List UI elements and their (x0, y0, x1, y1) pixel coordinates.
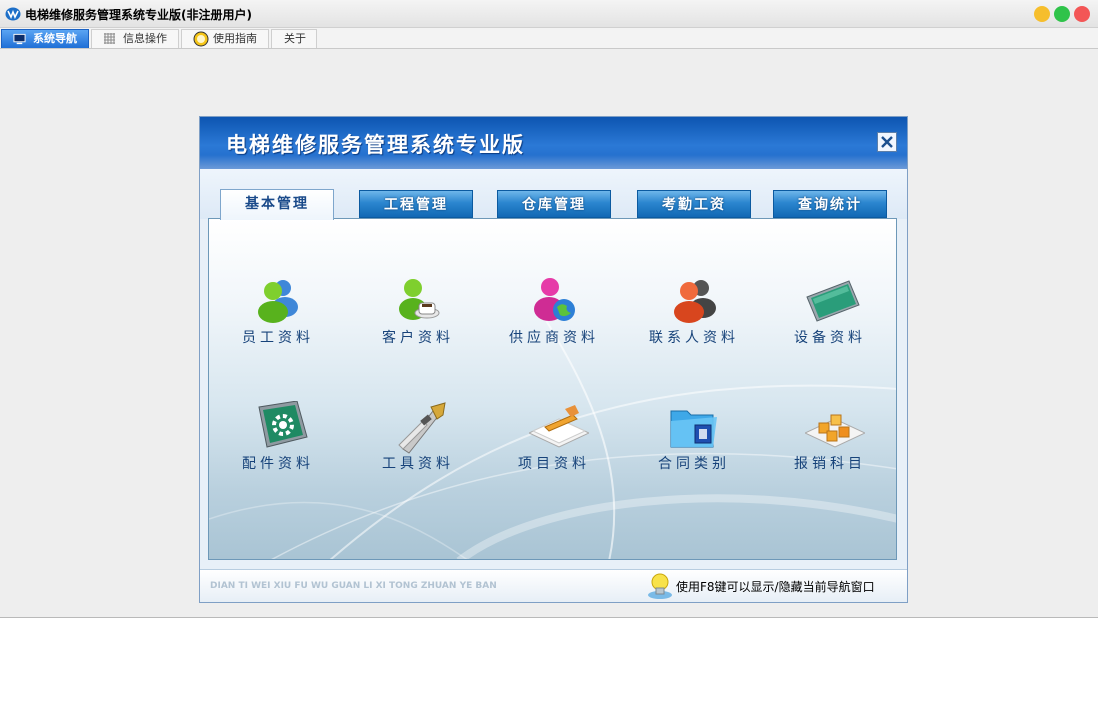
tab-about[interactable]: 关于 (271, 29, 317, 48)
module-parts[interactable]: 配件资料 (218, 401, 338, 481)
module-supplier[interactable]: 供应商资料 (494, 275, 614, 355)
grid-icon (104, 33, 115, 44)
minimize-button[interactable] (1034, 6, 1050, 22)
contract-folder-icon (670, 410, 717, 448)
module-label: 配件资料 (242, 456, 314, 472)
module-label: 供应商资料 (509, 330, 599, 346)
tab-basic-management[interactable]: 基本管理 (220, 189, 334, 220)
menu-tab-bar: 系统导航 信息操作 使用指南 关于 (0, 28, 1098, 49)
module-label: 客户资料 (382, 330, 454, 346)
footer-pinyin-text: DIAN TI WEI XIU FU WU GUAN LI XI TONG ZH… (210, 581, 497, 591)
module-project[interactable]: 项目资料 (494, 401, 614, 481)
tab-query-statistics[interactable]: 查询统计 (773, 190, 887, 218)
module-employee[interactable]: 员工资料 (218, 275, 338, 355)
tab-attendance-payroll[interactable]: 考勤工资 (637, 190, 751, 218)
dialog-footer: DIAN TI WEI XIU FU WU GUAN LI XI TONG ZH… (200, 569, 907, 602)
supplier-icon (534, 278, 575, 321)
module-tools[interactable]: 工具资料 (358, 401, 478, 481)
f8-hint-text: 使用F8键可以显示/隐藏当前导航窗口 (676, 580, 875, 594)
tab-system-navigation[interactable]: 系统导航 (1, 29, 89, 48)
tools-icon (398, 402, 446, 454)
module-equipment[interactable]: 设备资料 (770, 275, 890, 355)
dialog-close-button[interactable] (877, 132, 897, 152)
customer-icon (399, 279, 440, 320)
tab-user-guide[interactable]: 使用指南 (181, 29, 269, 48)
module-label: 设备资料 (794, 330, 866, 346)
app-logo-icon (5, 7, 21, 21)
module-panel: 员工资料 客户资料 供应商资料 联系人资料 设备资料 配件资料 工具资料 项目资… (208, 218, 897, 560)
module-label: 项目资料 (518, 456, 590, 472)
module-label: 联系人资料 (649, 330, 739, 346)
module-label: 合同类别 (658, 456, 730, 472)
expense-icon (805, 414, 865, 448)
contact-icon (674, 280, 716, 323)
module-label: 报销科目 (794, 456, 866, 472)
window-title: 电梯维修服务管理系统专业版(非注册用户) (25, 8, 252, 22)
title-bar: 电梯维修服务管理系统专业版(非注册用户) (0, 0, 1098, 28)
maximize-button[interactable] (1054, 6, 1070, 22)
tab-project-management[interactable]: 工程管理 (359, 190, 473, 218)
tab-label: 使用指南 (213, 32, 257, 45)
module-tab-strip: 基本管理 工程管理 仓库管理 考勤工资 查询统计 (200, 169, 907, 220)
employee-icon (258, 280, 298, 323)
navigation-dialog: 电梯维修服务管理系统专业版 基本管理 工程管理 仓库管理 考勤工资 查询统计 员… (200, 117, 907, 602)
background-swirl (209, 308, 896, 559)
tab-label: 信息操作 (123, 32, 167, 45)
equipment-icon (806, 280, 860, 322)
dialog-title: 电梯维修服务管理系统专业版 (226, 133, 525, 157)
close-icon (881, 136, 893, 148)
project-icon (529, 405, 589, 448)
tab-information-operations[interactable]: 信息操作 (91, 29, 179, 48)
tab-label: 系统导航 (33, 32, 77, 45)
module-contact[interactable]: 联系人资料 (634, 275, 754, 355)
dialog-header: 电梯维修服务管理系统专业版 (200, 117, 907, 169)
module-customer[interactable]: 客户资料 (358, 275, 478, 355)
lightbulb-icon (648, 573, 672, 599)
parts-icon (258, 401, 308, 448)
module-label: 员工资料 (242, 330, 314, 346)
close-window-button[interactable] (1074, 6, 1090, 22)
app-window: 电梯维修服务管理系统专业版(非注册用户) 系统导航 信息操作 使用指南 关于 电… (0, 0, 1098, 618)
tab-warehouse-management[interactable]: 仓库管理 (497, 190, 611, 218)
tab-label: 关于 (284, 32, 306, 45)
module-contract-category[interactable]: 合同类别 (634, 401, 754, 481)
help-icon (193, 31, 209, 47)
module-expense-subject[interactable]: 报销科目 (770, 401, 890, 481)
monitor-icon (13, 33, 26, 45)
module-label: 工具资料 (382, 456, 454, 472)
